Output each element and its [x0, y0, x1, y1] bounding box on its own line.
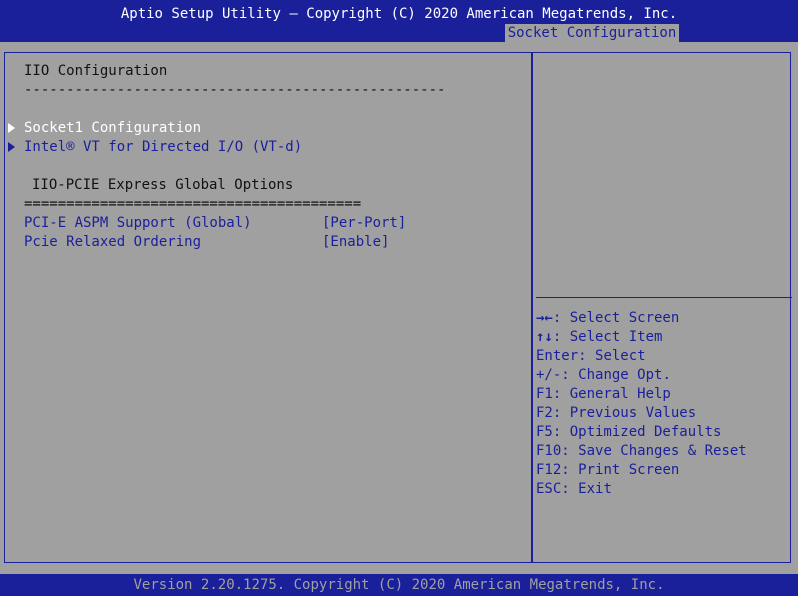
help-line: +/-: Change Opt.	[536, 367, 671, 383]
tab-socket-configuration[interactable]: Socket Configuration	[505, 24, 679, 42]
help-line: ↑↓: Select Item	[536, 329, 663, 345]
title-bar: Aptio Setup Utility – Copyright (C) 2020…	[0, 0, 798, 42]
submenu-arrow-icon	[8, 123, 15, 133]
help-line: Enter: Select	[536, 348, 646, 364]
setting-value-pcie-aspm[interactable]: [Per-Port]	[322, 214, 406, 233]
setup-body: IIO Configuration ----------------------…	[0, 42, 798, 574]
section-rule: ----------------------------------------…	[24, 82, 446, 98]
footer-bar: Version 2.20.1275. Copyright (C) 2020 Am…	[0, 574, 798, 596]
help-line: F1: General Help	[536, 386, 671, 402]
help-line: F10: Save Changes & Reset	[536, 443, 747, 459]
options-rule: ========================================	[24, 196, 362, 212]
submenu-intel-vt-d[interactable]: Intel® VT for Directed I/O (VT-d)	[24, 138, 302, 157]
help-line: F12: Print Screen	[536, 462, 680, 478]
setting-label-pcie-relaxed-ordering[interactable]: Pcie Relaxed Ordering	[24, 233, 201, 252]
panel-divider-vertical	[531, 52, 533, 563]
options-title: IIO-PCIE Express Global Options	[32, 177, 294, 193]
arrow-left-right-icon: →←	[536, 310, 553, 326]
title-text: Aptio Setup Utility – Copyright (C) 2020…	[120, 6, 678, 22]
help-line: →←: Select Screen	[536, 310, 680, 326]
arrow-up-down-icon: ↑↓	[536, 329, 553, 345]
help-line: F2: Previous Values	[536, 405, 697, 421]
submenu-arrow-icon	[8, 142, 15, 152]
help-line: F5: Optimized Defaults	[536, 424, 722, 440]
setting-value-pcie-relaxed-ordering[interactable]: [Enable]	[322, 233, 389, 252]
submenu-socket1-configuration[interactable]: Socket1 Configuration	[24, 119, 201, 138]
help-line: ESC: Exit	[536, 481, 612, 497]
setting-label-pcie-aspm[interactable]: PCI-E ASPM Support (Global)	[24, 214, 252, 233]
section-title: IIO Configuration	[24, 63, 168, 79]
help-divider-horizontal	[536, 297, 792, 298]
version-text: Version 2.20.1275. Copyright (C) 2020 Am…	[133, 577, 665, 593]
